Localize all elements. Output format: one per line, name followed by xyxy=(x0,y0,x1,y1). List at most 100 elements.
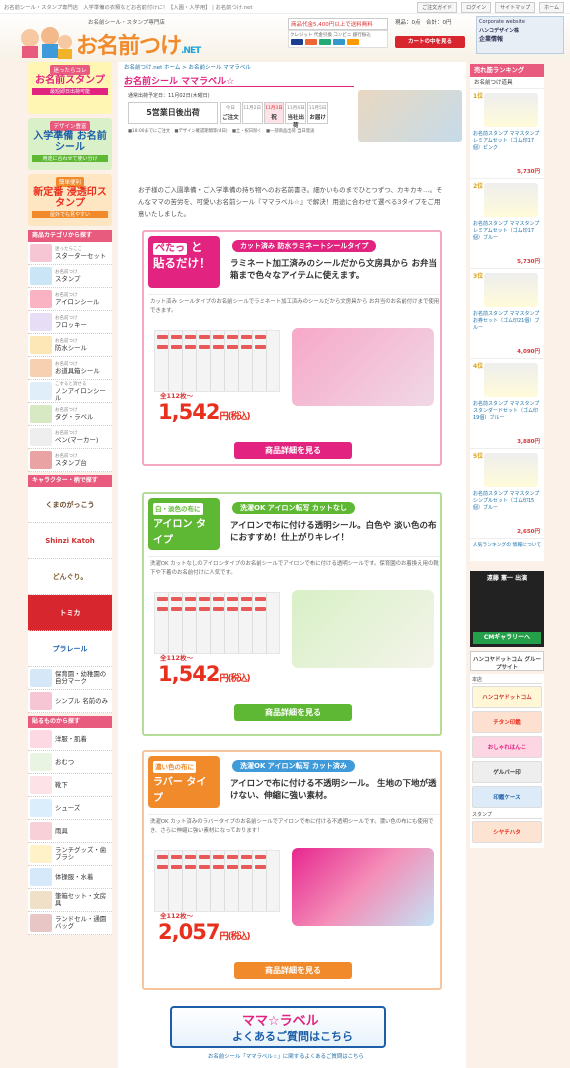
mastercard-icon xyxy=(305,39,317,45)
price: 1,542円(税込) xyxy=(158,662,251,686)
category-item[interactable]: お名前つけ ペン(マーカー) xyxy=(28,426,112,449)
sitemap-link[interactable]: サイトマップ xyxy=(495,2,536,13)
category-item[interactable]: お名前つけ フロッキー xyxy=(28,311,112,334)
ranking-item[interactable]: 3位 お名前スタンプ ママスタンプ お券セット（ゴム印21個）ブルー 4,090円 xyxy=(470,269,544,359)
use-thumb xyxy=(30,776,52,794)
category-item[interactable]: お名前つけ スタンプ xyxy=(28,265,112,288)
chara-shinzi-katoh[interactable]: Shinzi Katoh xyxy=(28,523,112,559)
stamp-banner[interactable]: 迷ったらコレ お名前スタンプ 最短即日出荷可能 xyxy=(28,62,112,114)
sticker-banner[interactable]: デザイン豊富 入学準備 お名前シール 用途に合わせて使い分け xyxy=(28,118,112,170)
view-cart-button[interactable]: カートの中を見る xyxy=(395,36,465,48)
faq-banner[interactable]: ママ☆ラベル よくあるご質問はこちら xyxy=(170,1006,386,1048)
shop-link[interactable]: ハンコヤドットコム xyxy=(472,686,542,708)
ranking-item[interactable]: 5位 お名前スタンプ ママスタンプ シンプルセット（ゴム印15個）ブルー 2,650… xyxy=(470,449,544,539)
rank-name[interactable]: お名前スタンプ ママスタンプ シンプルセット（ゴム印15個）ブルー xyxy=(473,491,541,512)
category-item[interactable]: お名前つけ タグ・ラベル xyxy=(28,403,112,426)
chara-plarail[interactable]: プラレール xyxy=(28,631,112,667)
penetration-stamp-banner[interactable]: 簡単便利 新定番 浸透印スタンプ 屋外でも見やすい xyxy=(28,174,112,226)
login-link[interactable]: ログイン xyxy=(461,2,492,13)
shop-link[interactable]: おしゃれはんこ xyxy=(472,736,542,758)
use-heading: 貼るものから探す xyxy=(28,716,112,728)
cm-gallery-banner[interactable]: 遠藤 憲一 出演 CMギャラリーへ xyxy=(470,571,544,647)
product-detail-button[interactable]: 商品詳細を見る xyxy=(234,962,352,979)
category-item[interactable]: こすると消せる ノンアイロンシール xyxy=(28,380,112,403)
shop-link[interactable]: ゲルバー印 xyxy=(472,761,542,783)
category-label: スタンプ台 xyxy=(55,459,87,467)
ranking-item[interactable]: 4位 お名前スタンプ ママスタンプ スタンダードセット（ゴム印19個）ブルー 3,8… xyxy=(470,359,544,449)
price: 1,542円(税込) xyxy=(158,400,251,424)
use-label: 靴下 xyxy=(55,780,68,789)
category-label: 保育園・幼稚園の 自分マーク xyxy=(55,670,107,685)
card-description: 洗濯OK カット済みのラバータイプのお名前シールでアイロンで布に付ける不透明シー… xyxy=(150,819,434,834)
sticker-sheet-image xyxy=(154,850,280,912)
top-links: ご注文ガイド ログイン サイトマップ ホーム xyxy=(417,2,564,13)
category-item[interactable]: 迷ったらここ スターターセット xyxy=(28,242,112,265)
ranking-info-link[interactable]: 人気ランキングの 情報について xyxy=(470,539,544,561)
cm-gallery-button[interactable]: CMギャラリーへ xyxy=(473,632,541,644)
guide-link[interactable]: ご注文ガイド xyxy=(417,2,458,13)
chara-kumanogakkou[interactable]: くまのがっこう xyxy=(28,487,112,523)
ranking-heading: 売れ筋ランキング xyxy=(470,64,544,77)
rank-name[interactable]: お名前スタンプ ママスタンプ レミアムセット（ゴム印17個）ピンク xyxy=(473,131,541,152)
use-label: 筆箱セット・文房具 xyxy=(55,892,107,907)
category-item[interactable]: 保育園・幼稚園の 自分マーク xyxy=(28,667,112,690)
use-item[interactable]: 洋服・肌着 xyxy=(28,728,112,751)
breadcrumb[interactable]: お名前つけ.net ホーム > お名前シール ママラベル xyxy=(124,63,251,71)
shop-link[interactable]: チタン印鑑 xyxy=(472,711,542,733)
ranking-subheading: お名前つけ道具 xyxy=(470,77,544,89)
logo-subtitle: お名前シール・スタンプ専門店 xyxy=(88,20,165,26)
rank-name[interactable]: お名前スタンプ ママスタンプ お券セット（ゴム印21個）ブルー xyxy=(473,311,541,332)
site-logo[interactable]: お名前つけ.NET xyxy=(76,28,201,60)
use-item[interactable]: ランドセル・通園バッグ xyxy=(28,912,112,935)
ranking-item[interactable]: 1位 お名前スタンプ ママスタンプ レミアムセット（ゴム印17個）ピンク 5,730… xyxy=(470,89,544,179)
calendar-day: 今日 ご注文 xyxy=(220,102,241,124)
rank-price: 5,730円 xyxy=(517,169,540,175)
use-item[interactable]: 雨具 xyxy=(28,820,112,843)
ranking-item[interactable]: 2位 お名前スタンプ ママスタンプ レミアムセット（ゴム印17個）ブルー 5,730… xyxy=(470,179,544,269)
category-item[interactable]: お名前つけ お道具箱シール xyxy=(28,357,112,380)
category-label: お道具箱シール xyxy=(55,367,100,375)
category-item[interactable]: シンプル 名前のみ xyxy=(28,690,112,713)
category-item[interactable]: お名前つけ アイロンシール xyxy=(28,288,112,311)
use-item[interactable]: シューズ xyxy=(28,797,112,820)
diners-icon xyxy=(347,39,359,45)
card-divider xyxy=(148,556,440,557)
shop-link[interactable]: 印鑑ケース xyxy=(472,786,542,808)
use-item[interactable]: おむつ xyxy=(28,751,112,774)
rank-name[interactable]: お名前スタンプ ママスタンプ レミアムセット（ゴム印17個）ブルー xyxy=(473,221,541,242)
product-detail-button[interactable]: 商品詳細を見る xyxy=(234,704,352,721)
faq-link[interactable]: お名前シール「ママラベル☆」に関するよくあるご質問はこちら xyxy=(208,1052,364,1060)
group-sites-heading: ハンコヤドットコム グループサイト xyxy=(470,651,544,671)
card-feature-pill: カット済み 防水ラミネートシールタイプ xyxy=(232,240,377,252)
price-from: 全112枚～ xyxy=(160,912,194,920)
rank-name[interactable]: お名前スタンプ ママスタンプ スタンダードセット（ゴム印19個）ブルー xyxy=(473,401,541,422)
banner-note: 最短即日出荷可能 xyxy=(32,88,108,95)
category-item[interactable]: お名前つけ 防水シール xyxy=(28,334,112,357)
banner-note: 用途に合わせて使い分け xyxy=(32,155,108,162)
banner-note: 屋外でも見やすい xyxy=(32,211,108,218)
corporate-ad[interactable]: Corporate website ハンコデザイン株 企業情報 xyxy=(476,16,564,54)
rank-number: 3位 xyxy=(473,273,484,280)
use-item[interactable]: 体操服・水着 xyxy=(28,866,112,889)
product-photo xyxy=(292,328,434,406)
rank-price: 5,730円 xyxy=(517,259,540,265)
rank-image xyxy=(484,183,538,217)
rank-number: 4位 xyxy=(473,363,484,370)
corporate-ad-line1: Corporate website xyxy=(479,19,525,25)
shop-link[interactable]: シヤチハタ xyxy=(472,821,542,843)
chara-tomica[interactable]: トミカ xyxy=(28,595,112,631)
category-label: ペン(マーカー) xyxy=(55,436,99,444)
calendar-day: 11月3日祝 xyxy=(263,102,285,124)
category-item[interactable]: お名前つけ スタンプ台 xyxy=(28,449,112,472)
ship-date: 通常出荷予定日：11月02日(木曜日) xyxy=(128,93,210,99)
product-detail-button[interactable]: 商品詳細を見る xyxy=(234,442,352,459)
card-tag: 白・淡色の布に アイロン タイプ xyxy=(148,498,220,550)
home-link[interactable]: ホーム xyxy=(539,2,564,13)
use-item[interactable]: 靴下 xyxy=(28,774,112,797)
use-item[interactable]: ランチグッズ・歯ブラシ xyxy=(28,843,112,866)
category-label: シンプル 名前のみ xyxy=(55,696,108,705)
use-item[interactable]: 筆箱セット・文房具 xyxy=(28,889,112,912)
sticker-sheet-image xyxy=(154,592,280,654)
category-label: 防水シール xyxy=(55,344,87,352)
chara-donguri[interactable]: どんぐり。 xyxy=(28,559,112,595)
